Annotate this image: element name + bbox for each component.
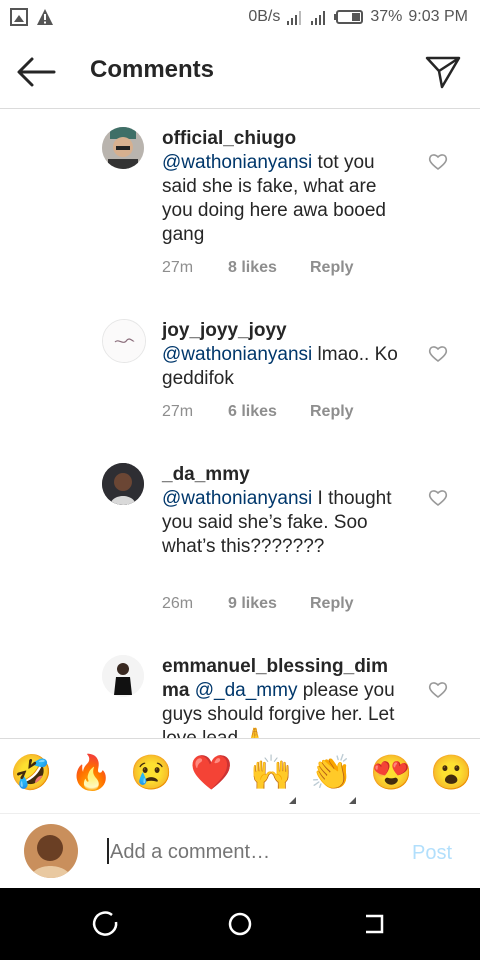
comment-input[interactable] bbox=[108, 836, 402, 868]
skin-tone-indicator bbox=[349, 797, 356, 804]
emoji-quick-bar: 🤣 🔥 😢 ❤️ 🙌 👏 😍 😮 bbox=[0, 738, 480, 813]
send-icon[interactable] bbox=[424, 52, 462, 90]
like-heart-icon[interactable] bbox=[428, 489, 448, 507]
back-nav-icon[interactable] bbox=[358, 908, 390, 940]
comment-likes[interactable]: 6 likes bbox=[228, 403, 310, 421]
comment-composer: Post bbox=[0, 813, 480, 889]
top-app-bar: Comments bbox=[0, 36, 480, 109]
mention-link[interactable]: @wathonianyansi bbox=[162, 344, 312, 365]
comment-text: @wathonianyansi lmao.. Ko geddifok bbox=[162, 343, 412, 391]
reply-button[interactable]: Reply bbox=[310, 595, 354, 613]
clock: 9:03 PM bbox=[408, 8, 468, 25]
heart-eyes-emoji[interactable]: 😍 bbox=[370, 753, 412, 793]
home-icon[interactable] bbox=[224, 908, 256, 940]
crying-emoji[interactable]: 😢 bbox=[130, 753, 172, 793]
comment-meta: 26m 9 likes Reply bbox=[162, 595, 354, 613]
current-user-avatar bbox=[24, 824, 78, 878]
battery-percent: 37% bbox=[370, 8, 403, 25]
comment-likes[interactable]: 8 likes bbox=[228, 259, 310, 277]
status-bar: 0B/s 37% 9:03 PM bbox=[0, 0, 480, 36]
back-arrow-icon[interactable] bbox=[14, 54, 58, 90]
heart-emoji[interactable]: ❤️ bbox=[190, 753, 232, 793]
system-nav-bar bbox=[0, 888, 480, 960]
raised-hands-emoji[interactable]: 🙌 bbox=[250, 753, 292, 793]
comment-time: 27m bbox=[162, 403, 194, 420]
page-title: Comments bbox=[90, 56, 215, 83]
mention-link[interactable]: @wathonianyansi bbox=[162, 152, 312, 173]
comment-time: 27m bbox=[162, 259, 194, 276]
skin-tone-indicator bbox=[289, 797, 296, 804]
clapping-emoji[interactable]: 👏 bbox=[310, 753, 352, 793]
like-heart-icon[interactable] bbox=[428, 681, 448, 699]
avatar[interactable] bbox=[102, 319, 146, 363]
comment-username[interactable]: official_chiugo bbox=[162, 127, 412, 151]
comment-likes[interactable]: 9 likes bbox=[228, 595, 310, 613]
reply-button[interactable]: Reply bbox=[310, 403, 354, 421]
comment-text: @wathonianyansi I thought you said she’s… bbox=[162, 487, 412, 559]
comment-meta: 27m 8 likes Reply bbox=[162, 259, 354, 277]
comment-username[interactable]: _da_mmy bbox=[162, 463, 412, 487]
warning-icon bbox=[37, 9, 53, 25]
surprised-emoji[interactable]: 😮 bbox=[430, 753, 472, 793]
battery-icon bbox=[334, 10, 364, 24]
comment-time: 26m bbox=[162, 595, 194, 612]
avatar[interactable] bbox=[102, 127, 144, 169]
recents-icon[interactable] bbox=[90, 908, 122, 940]
avatar[interactable] bbox=[102, 655, 144, 697]
signal-icon bbox=[311, 11, 326, 25]
comment-meta: 27m 6 likes Reply bbox=[162, 403, 354, 421]
comment-username[interactable]: joy_joyy_joyy bbox=[162, 319, 412, 343]
like-heart-icon[interactable] bbox=[428, 153, 448, 171]
like-heart-icon[interactable] bbox=[428, 345, 448, 363]
fire-emoji[interactable]: 🔥 bbox=[70, 753, 112, 793]
signal-icon bbox=[287, 11, 302, 25]
network-speed: 0B/s bbox=[248, 8, 281, 25]
comment-text: @wathonianyansi tot you said she is fake… bbox=[162, 151, 412, 247]
post-button[interactable]: Post bbox=[412, 842, 452, 865]
mention-link[interactable]: @wathonianyansi bbox=[162, 488, 312, 509]
avatar[interactable] bbox=[102, 463, 144, 505]
comments-list[interactable]: official_chiugo @wathonianyansi tot you … bbox=[0, 109, 480, 738]
rofl-emoji[interactable]: 🤣 bbox=[10, 753, 52, 793]
reply-button[interactable]: Reply bbox=[310, 259, 354, 277]
mention-link[interactable]: @_da_mmy bbox=[195, 680, 298, 701]
image-icon bbox=[10, 8, 28, 26]
